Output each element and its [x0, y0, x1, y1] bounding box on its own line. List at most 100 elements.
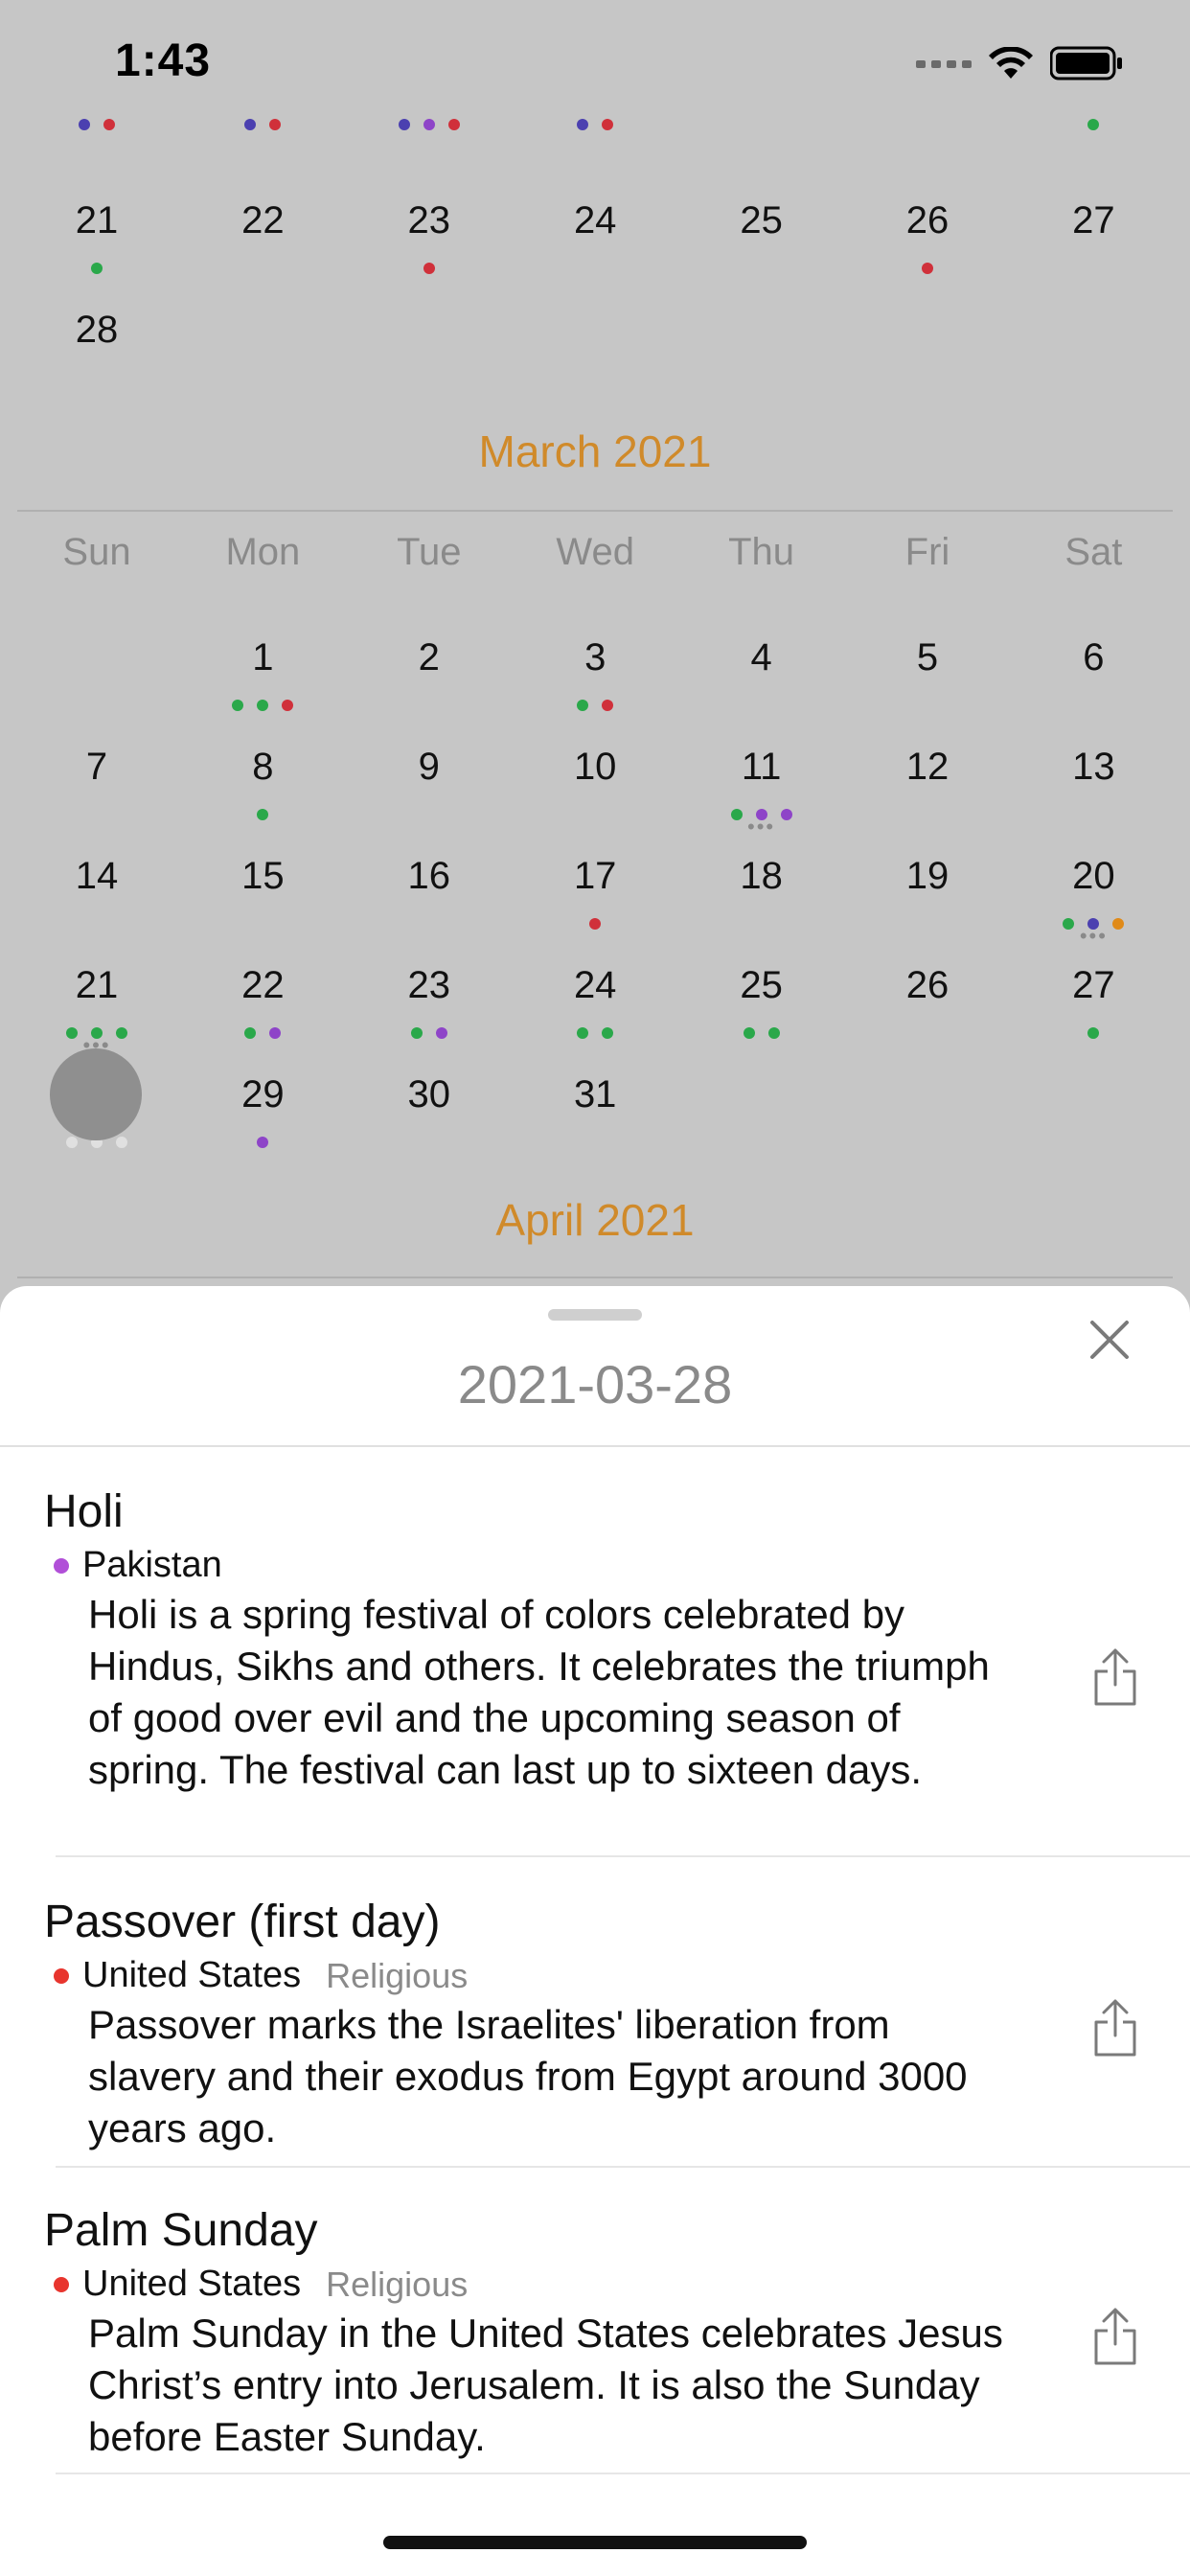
- calendar-day[interactable]: 8: [179, 717, 346, 826]
- weekday-label: Fri: [904, 531, 950, 573]
- weekday-label: Sun: [62, 531, 131, 573]
- day-number: 26: [905, 199, 950, 242]
- calendar-day[interactable]: 6: [1010, 608, 1177, 717]
- calendar-day[interactable]: 30: [346, 1045, 513, 1154]
- day-number: 31: [573, 1073, 617, 1116]
- calendar-day[interactable]: 4: [678, 608, 845, 717]
- calendar-day[interactable]: 27: [1010, 171, 1177, 280]
- event-country: United States: [82, 1955, 302, 1995]
- event-dot: [577, 700, 589, 711]
- calendar-day[interactable]: 19: [844, 826, 1011, 935]
- calendar-day[interactable]: 14: [13, 826, 180, 935]
- previous-week-dots: [13, 119, 180, 146]
- day-number: 24: [573, 199, 617, 242]
- day-number: 12: [905, 746, 950, 788]
- sheet-grabber[interactable]: [548, 1309, 642, 1321]
- home-indicator[interactable]: [383, 2536, 807, 2549]
- calendar-day[interactable]: 31: [512, 1045, 678, 1154]
- calendar-day[interactable]: 3: [512, 608, 678, 717]
- previous-week-dots: [346, 119, 513, 146]
- calendar-day[interactable]: 28: [13, 280, 180, 389]
- calendar-day[interactable]: 20 •••: [1010, 826, 1177, 947]
- calendar-day[interactable]: 10: [512, 717, 678, 826]
- calendar-day[interactable]: 7: [13, 717, 180, 826]
- calendar-day[interactable]: 9: [346, 717, 513, 826]
- day-number: 8: [252, 746, 274, 788]
- signal-icon: [916, 57, 972, 75]
- event-title: Holi: [44, 1486, 124, 1537]
- calendar-day[interactable]: 24: [512, 171, 678, 280]
- calendar-day[interactable]: 16: [346, 826, 513, 935]
- day-number: 10: [573, 746, 617, 788]
- calendar-day[interactable]: 21: [13, 171, 180, 280]
- calendar-day[interactable]: 26: [844, 935, 1011, 1045]
- previous-week-dots: [179, 119, 346, 146]
- event-dot: [589, 918, 602, 930]
- calendar-day[interactable]: 1: [179, 608, 346, 717]
- month-title-april: April 2021: [495, 1195, 695, 1245]
- event-description: Holi is a spring festival of colors cele…: [88, 1592, 990, 1792]
- day-number: 7: [85, 746, 108, 788]
- event-dot: [767, 1027, 780, 1039]
- event-dot: [730, 809, 743, 820]
- share-icon[interactable]: [1088, 1997, 1142, 2058]
- share-icon[interactable]: [1088, 2306, 1142, 2367]
- weekday-label: Sat: [1064, 531, 1123, 573]
- day-number: 23: [407, 199, 451, 242]
- calendar-day[interactable]: 27: [1010, 935, 1177, 1045]
- day-number: 22: [241, 199, 285, 242]
- event-title: Passover (first day): [44, 1897, 441, 1947]
- calendar-day[interactable]: 18: [678, 826, 845, 935]
- event-title: Palm Sunday: [44, 2205, 318, 2256]
- weekday-label: Wed: [556, 531, 634, 573]
- day-detail-sheet[interactable]: 2021-03-28 Holi Pakistan Holi is a sprin…: [0, 1286, 1190, 2576]
- event-dot: [435, 1027, 447, 1039]
- event-tag: Religious: [326, 2264, 469, 2304]
- calendar-day[interactable]: 25: [678, 935, 845, 1045]
- event-dot: [922, 263, 933, 274]
- month-divider: [17, 1276, 1173, 1278]
- calendar-day[interactable]: 22: [179, 171, 346, 280]
- event-dot: [602, 700, 614, 711]
- calendar-day[interactable]: 5: [844, 608, 1011, 717]
- calendar-day[interactable]: 13: [1010, 717, 1177, 826]
- event-dot: [780, 809, 792, 820]
- day-number: 15: [241, 855, 285, 897]
- calendar-day[interactable]: 2: [346, 608, 513, 717]
- event-separator: [56, 2472, 1190, 2474]
- calendar-day[interactable]: 21 •••: [13, 935, 180, 1056]
- day-number: 19: [905, 855, 950, 897]
- event-dot: [66, 1137, 78, 1148]
- event-dot: [257, 1137, 269, 1148]
- day-number: 27: [1072, 964, 1115, 1006]
- calendar-day[interactable]: 24: [512, 935, 678, 1045]
- calendar-day[interactable]: 15: [179, 826, 346, 935]
- day-number: 26: [905, 964, 950, 1006]
- day-number: 23: [407, 964, 451, 1006]
- calendar-day[interactable]: 25: [678, 171, 845, 280]
- calendar-day[interactable]: 26: [844, 171, 1011, 280]
- calendar-day[interactable]: 23: [346, 171, 513, 280]
- event-dot: [423, 263, 435, 274]
- sheet-date-title: 2021-03-28: [457, 1354, 733, 1414]
- event-dot: [1112, 918, 1125, 930]
- day-number: 28: [75, 309, 119, 351]
- weekday-label: Mon: [225, 531, 301, 573]
- calendar-day[interactable]: 23: [346, 935, 513, 1045]
- selected-day-highlight: [50, 1048, 142, 1140]
- share-icon[interactable]: [1088, 1646, 1142, 1708]
- wifi-icon: [989, 46, 1033, 84]
- event-dot: [602, 1027, 614, 1039]
- day-number: 4: [750, 636, 772, 678]
- calendar-day[interactable]: 12: [844, 717, 1011, 826]
- calendar-day[interactable]: 17: [512, 826, 678, 935]
- event-dot: [257, 809, 269, 820]
- day-number: 13: [1072, 746, 1115, 788]
- event-dot: [91, 263, 103, 274]
- event-dot: [1063, 918, 1075, 930]
- calendar-day[interactable]: 29: [179, 1045, 346, 1154]
- day-number: 29: [241, 1073, 285, 1116]
- event-dot: [66, 1027, 78, 1039]
- calendar-day[interactable]: 22: [179, 935, 346, 1045]
- calendar-day[interactable]: 11 •••: [678, 717, 845, 838]
